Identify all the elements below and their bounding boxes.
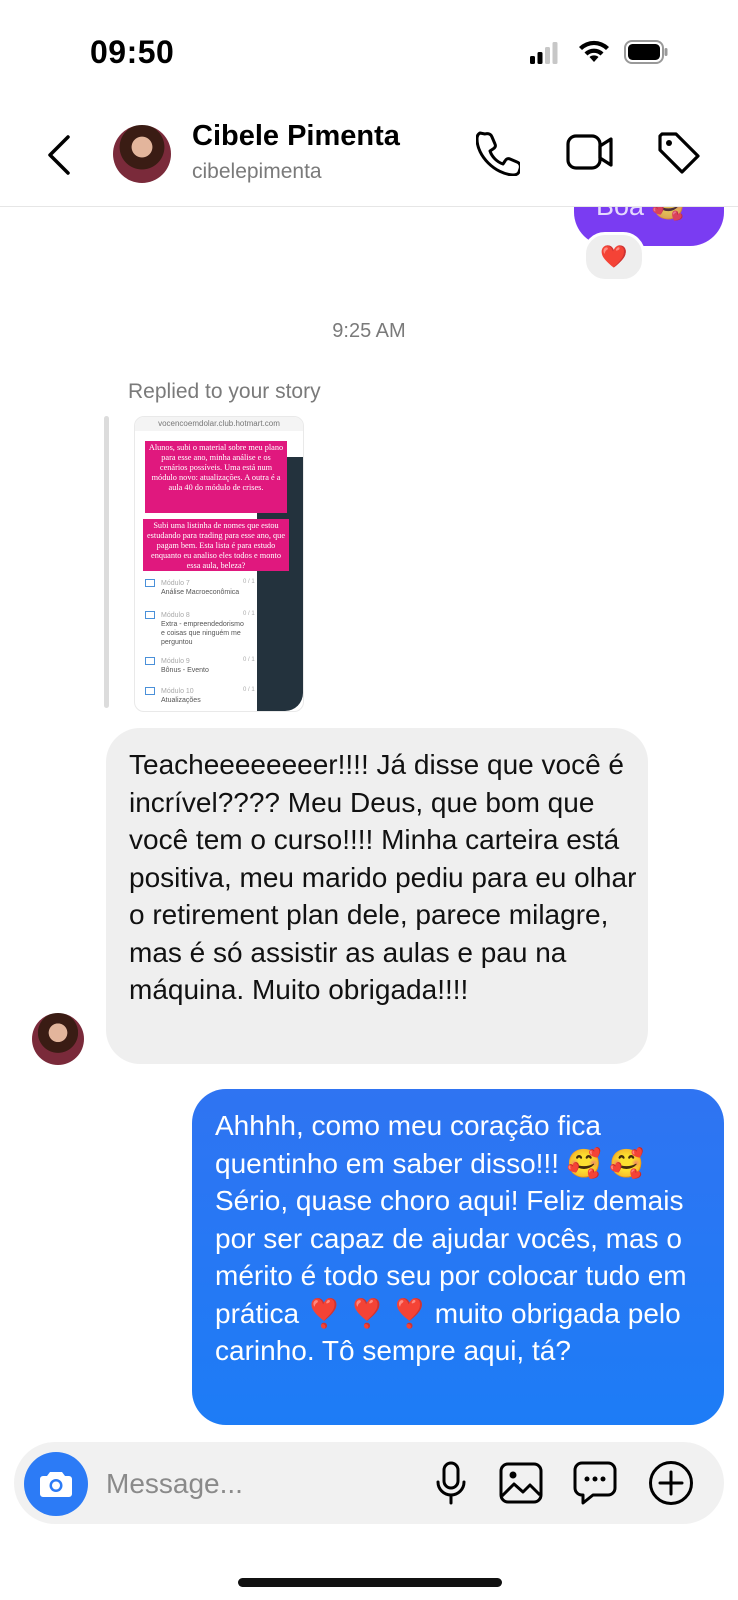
tag-button[interactable]: [656, 130, 702, 176]
module-title: Atualizações: [161, 697, 201, 704]
home-indicator[interactable]: [238, 1578, 502, 1587]
folder-icon: [145, 611, 155, 619]
camera-icon: [40, 1472, 72, 1497]
status-time: 09:50: [90, 34, 175, 70]
folder-icon: [145, 579, 155, 587]
back-button[interactable]: [44, 133, 74, 177]
back-chevron-icon: [48, 135, 70, 175]
plus-circle-icon: [649, 1461, 693, 1505]
reply-indicator-bar: [104, 416, 109, 708]
heart-reaction[interactable]: ❤️: [583, 232, 645, 282]
module-title: Análise Macroeconômica: [161, 589, 240, 596]
story-overlay-text-1: Alunos, subi o material sobre meu plano …: [145, 441, 287, 513]
microphone-icon: [436, 1461, 466, 1505]
story-module: Módulo 10 Atualizações: [145, 687, 245, 705]
module-title: Extra - empreendedorismo e coisas que ni…: [161, 621, 244, 646]
contact-name[interactable]: Cibele Pimenta: [192, 120, 400, 153]
message-input[interactable]: [104, 1462, 408, 1506]
tag-icon: [658, 132, 700, 174]
wifi-icon: [578, 40, 610, 64]
chat-header: [0, 100, 738, 207]
module-progress: 0 / 1: [243, 611, 255, 617]
message-timestamp: 9:25 AM: [332, 320, 406, 342]
heart-reaction-emoji: ❤️: [600, 244, 628, 269]
video-camera-icon: [566, 134, 613, 170]
incoming-message-text: Teacheeeeeeeer!!!! Já disse que você é i…: [129, 749, 637, 1005]
module-number: Módulo 9: [161, 658, 190, 665]
sticker-button[interactable]: [572, 1460, 618, 1506]
module-number: Módulo 10: [161, 688, 194, 695]
module-number: Módulo 7: [161, 580, 190, 587]
folder-icon: [145, 687, 155, 695]
module-progress: 0 / 1: [243, 657, 255, 663]
cellular-signal-icon: [530, 42, 558, 64]
sticker-chat-icon: [573, 1461, 617, 1505]
story-thumbnail[interactable]: vocencoemdolar.club.hotmart.com Alunos, …: [134, 416, 304, 712]
microphone-button[interactable]: [428, 1460, 474, 1506]
module-progress: 0 / 1: [243, 687, 255, 693]
camera-button[interactable]: [24, 1452, 88, 1516]
outgoing-message-text: Ahhhh, como meu coração fica quentinho e…: [215, 1110, 687, 1366]
gallery-button[interactable]: [498, 1460, 544, 1506]
story-overlay-text-2: Subi uma listinha de nomes que estou est…: [143, 519, 289, 571]
module-title: Bônus - Evento: [161, 667, 209, 674]
story-module: Módulo 8 Extra - empreendedorismo e cois…: [145, 611, 245, 647]
story-module: Módulo 9 Bônus - Evento: [145, 657, 245, 675]
story-reply-label: Replied to your story: [128, 380, 321, 403]
story-module: Módulo 7 Análise Macroeconômica: [145, 579, 245, 597]
contact-username[interactable]: cibelepimenta: [192, 160, 322, 184]
battery-icon: [624, 40, 668, 64]
story-url: vocencoemdolar.club.hotmart.com: [135, 417, 303, 431]
gallery-icon: [499, 1462, 543, 1504]
module-progress: 0 / 1: [243, 579, 255, 585]
phone-icon: [476, 131, 520, 176]
video-call-button[interactable]: [566, 130, 614, 174]
folder-icon: [145, 657, 155, 665]
contact-avatar[interactable]: [113, 125, 171, 183]
module-number: Módulo 8: [161, 612, 190, 619]
sender-avatar[interactable]: [32, 1013, 84, 1065]
voice-call-button[interactable]: [476, 130, 520, 176]
add-button[interactable]: [648, 1460, 694, 1506]
